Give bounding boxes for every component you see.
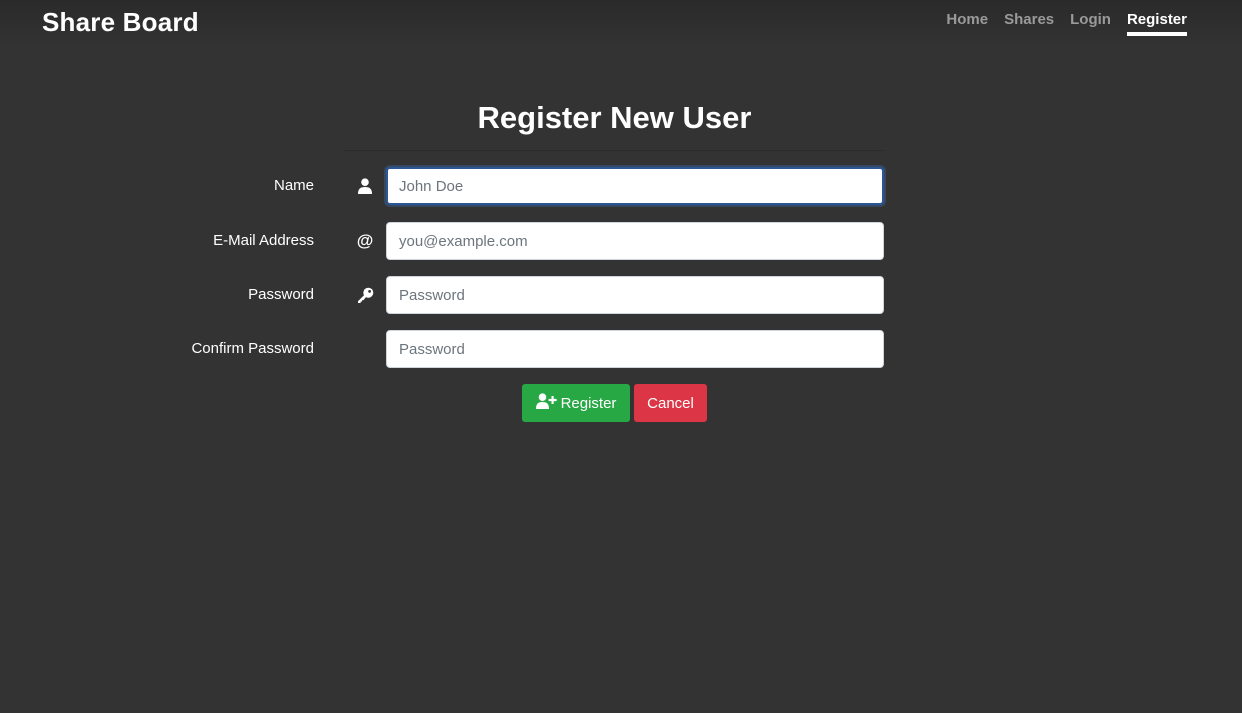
nav-menu: Home Shares Login Register (946, 10, 1187, 36)
title-divider (345, 150, 885, 151)
nav-shares[interactable]: Shares (1004, 10, 1054, 36)
nav-register[interactable]: Register (1126, 10, 1187, 36)
email-row: E-Mail Address @ (0, 222, 1242, 260)
page-title: Register New User (477, 100, 752, 135)
cancel-button[interactable]: Cancel (634, 384, 707, 422)
confirm-password-label: Confirm Password (191, 340, 314, 357)
email-input[interactable] (386, 222, 884, 260)
user-icon (355, 177, 375, 195)
key-icon (355, 286, 375, 304)
password-label: Password (248, 286, 314, 303)
name-row: Name (0, 167, 1242, 205)
confirm-password-input[interactable] (386, 330, 884, 368)
name-input[interactable] (386, 167, 884, 205)
nav-login[interactable]: Login (1070, 10, 1111, 36)
name-label: Name (273, 177, 314, 194)
register-button[interactable]: Register (522, 384, 630, 422)
email-label: E-Mail Address (213, 232, 314, 249)
confirm-password-row: Confirm Password (0, 330, 1242, 368)
at-icon: @ (356, 231, 374, 250)
user-plus-icon (535, 393, 557, 413)
register-button-label: Register (560, 394, 617, 412)
password-row: Password (0, 276, 1242, 314)
nav-home[interactable]: Home (946, 10, 988, 36)
top-navbar: Share Board Home Shares Login Register (0, 0, 1242, 48)
brand-logo[interactable]: Share Board (42, 7, 199, 37)
password-input[interactable] (386, 276, 884, 314)
